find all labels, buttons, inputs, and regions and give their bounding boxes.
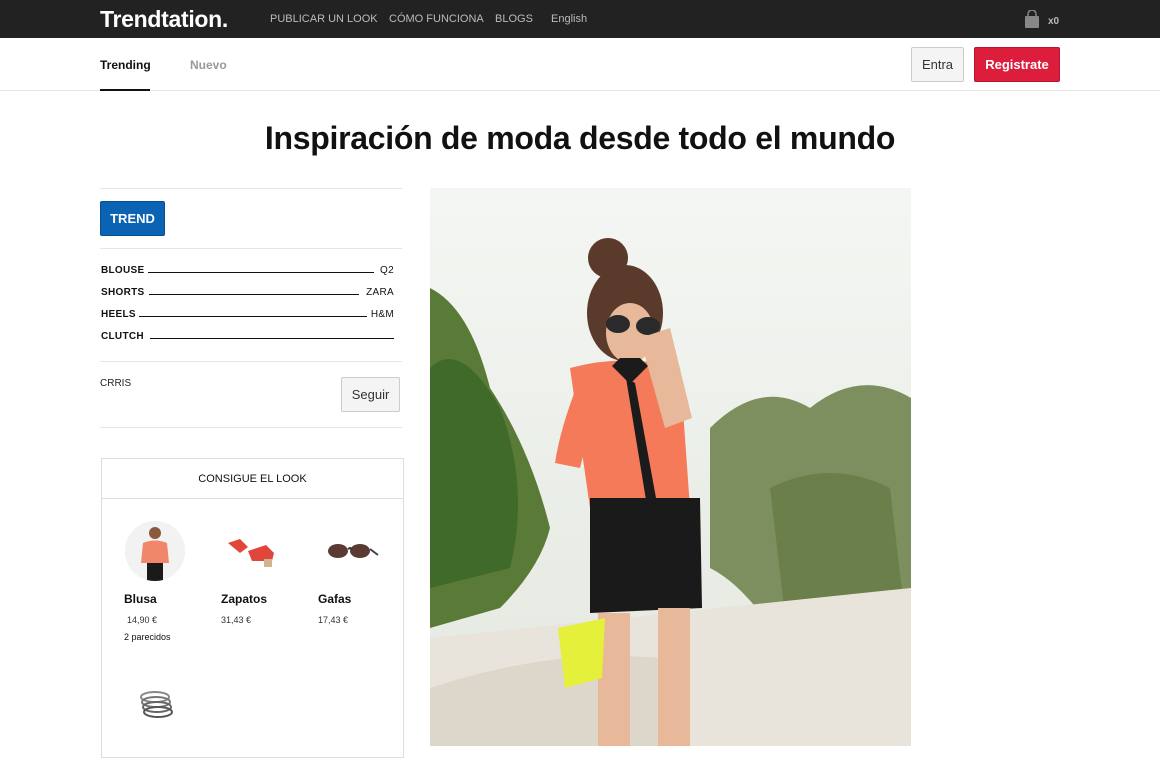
- similar-count-link[interactable]: 2 parecidos: [124, 632, 171, 642]
- nav-publicar-look[interactable]: PUBLICAR UN LOOK: [270, 13, 378, 25]
- product-name[interactable]: Gafas: [318, 592, 351, 606]
- item-connector-line: [150, 338, 394, 339]
- sub-nav: Trending Nuevo Entra Registrate: [0, 38, 1160, 91]
- divider: [100, 188, 402, 189]
- item-name: SHORTS: [101, 287, 145, 298]
- item-connector-line: [139, 316, 367, 317]
- divider: [100, 361, 402, 362]
- page-headline: Inspiración de moda desde todo el mundo: [264, 120, 896, 156]
- item-connector-line: [149, 294, 359, 295]
- get-the-look-panel: CONSIGUE EL LOOK Blusa 14,90 € 2 parecid…: [101, 458, 404, 758]
- register-button[interactable]: Registrate: [974, 47, 1060, 82]
- tab-nuevo[interactable]: Nuevo: [190, 58, 227, 72]
- look-item-row[interactable]: CLUTCH: [101, 331, 394, 345]
- rings-product-image[interactable]: [127, 673, 187, 733]
- item-brand[interactable]: H&M: [371, 309, 394, 320]
- nav-como-funciona[interactable]: CÓMO FUNCIONA: [389, 13, 484, 25]
- look-photo[interactable]: [430, 188, 911, 746]
- tab-trending[interactable]: Trending: [100, 58, 151, 72]
- product-price: 17,43 €: [318, 615, 349, 625]
- product-name[interactable]: Zapatos: [221, 592, 267, 606]
- blouse-product-image[interactable]: [125, 521, 185, 581]
- divider: [100, 248, 402, 249]
- site-logo[interactable]: Trendtation.: [100, 6, 228, 33]
- item-brand[interactable]: Q2: [380, 265, 394, 276]
- sunglasses-product-image[interactable]: [320, 521, 380, 581]
- nav-language[interactable]: English: [551, 13, 587, 25]
- look-item-row[interactable]: BLOUSE Q2: [101, 265, 394, 279]
- login-button[interactable]: Entra: [911, 47, 964, 82]
- product-price: 14,90 €: [127, 615, 158, 625]
- nav-blogs[interactable]: BLOGS: [495, 13, 533, 25]
- look-item-row[interactable]: HEELS H&M: [101, 309, 394, 323]
- top-bar: Trendtation. PUBLICAR UN LOOK CÓMO FUNCI…: [0, 0, 1160, 38]
- cart-count: x0: [1048, 16, 1060, 27]
- trend-button[interactable]: TREND: [100, 201, 165, 236]
- item-name: HEELS: [101, 309, 136, 320]
- item-name: CLUTCH: [101, 331, 144, 342]
- item-name: BLOUSE: [101, 265, 145, 276]
- divider: [100, 427, 402, 428]
- product-price: 31,43 €: [221, 615, 252, 625]
- item-connector-line: [148, 272, 374, 273]
- look-item-row[interactable]: SHORTS ZARA: [101, 287, 394, 301]
- active-tab-indicator: [100, 89, 150, 91]
- item-brand[interactable]: ZARA: [366, 287, 394, 298]
- shopping-bag-icon[interactable]: [1024, 10, 1040, 28]
- shoes-product-image[interactable]: [220, 521, 280, 581]
- user-name[interactable]: CRRIS: [100, 378, 131, 389]
- product-name[interactable]: Blusa: [124, 592, 157, 606]
- follow-button[interactable]: Seguir: [341, 377, 400, 412]
- get-the-look-title: CONSIGUE EL LOOK: [102, 459, 403, 499]
